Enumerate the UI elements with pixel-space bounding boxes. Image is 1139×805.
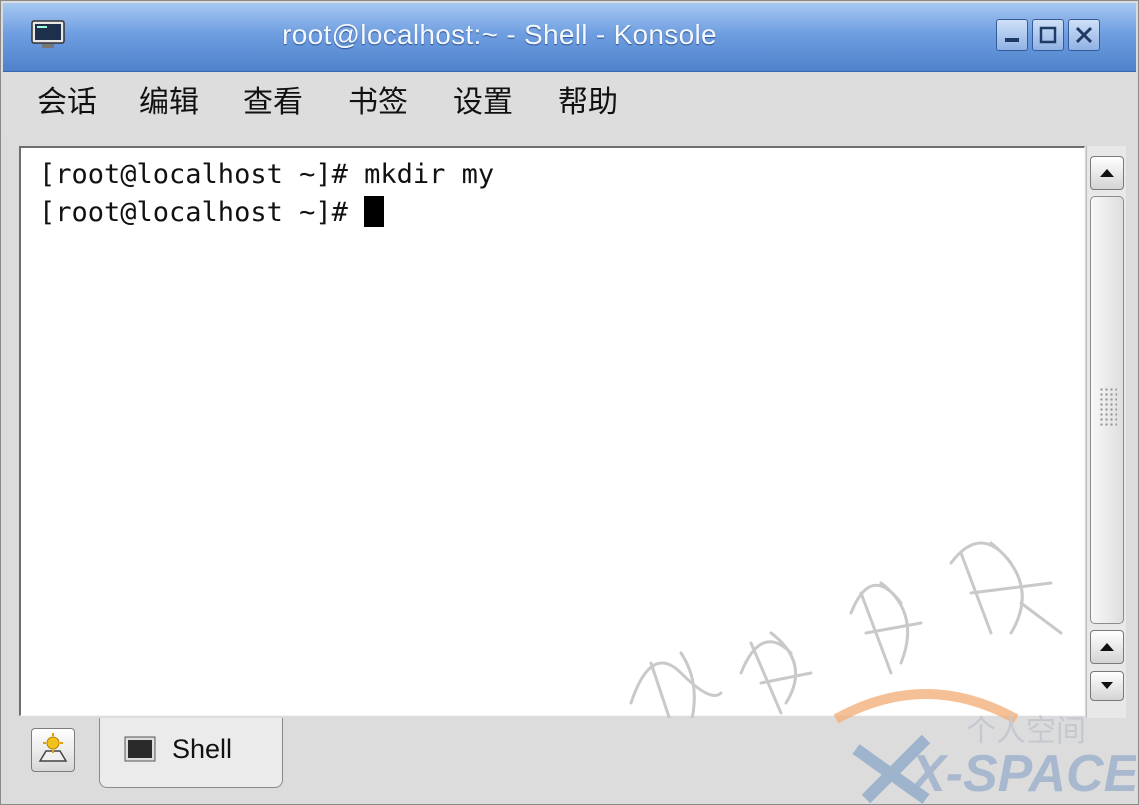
terminal-output[interactable]: [root@localhost ~]# mkdir my [root@local… xyxy=(19,146,1085,725)
maximize-button[interactable] xyxy=(1032,19,1064,51)
new-session-icon xyxy=(38,733,68,762)
scroll-up-button-bottom[interactable] xyxy=(1090,630,1124,664)
menu-view[interactable]: 查看 xyxy=(243,81,303,125)
close-icon xyxy=(1075,26,1093,44)
prompt: [root@localhost ~]# xyxy=(39,197,365,228)
minimize-button[interactable] xyxy=(996,19,1028,51)
title-bar[interactable]: root@localhost:~ - Shell - Konsole xyxy=(3,3,1136,72)
text-cursor xyxy=(364,196,385,227)
new-session-button[interactable] xyxy=(31,728,75,772)
arrow-up-icon xyxy=(1100,169,1114,177)
maximize-icon xyxy=(1039,26,1057,44)
window-title: root@localhost:~ - Shell - Konsole xyxy=(282,19,717,50)
grip-icon xyxy=(1099,387,1117,427)
scroll-down-button[interactable] xyxy=(1090,671,1124,701)
session-tab-bar: Shell xyxy=(3,718,1136,804)
konsole-window: root@localhost:~ - Shell - Konsole 会话 编辑… xyxy=(0,0,1139,805)
menu-bar: 会话 编辑 查看 书签 设置 帮助 xyxy=(3,73,1136,135)
scroll-up-button[interactable] xyxy=(1090,156,1124,190)
arrow-down-icon xyxy=(1101,682,1113,689)
tab-label: Shell xyxy=(172,734,233,764)
scrollbar-thumb[interactable] xyxy=(1090,196,1124,624)
menu-session[interactable]: 会话 xyxy=(37,81,97,125)
command-text: mkdir my xyxy=(364,159,495,190)
terminal-icon xyxy=(124,736,156,762)
menu-edit[interactable]: 编辑 xyxy=(139,81,199,125)
calligraphy-watermark xyxy=(629,541,1063,725)
minimize-icon xyxy=(1005,38,1019,42)
terminal-line: [root@localhost ~]# mkdir my xyxy=(39,158,494,192)
close-button[interactable] xyxy=(1068,19,1100,51)
menu-help[interactable]: 帮助 xyxy=(558,81,618,125)
vertical-scrollbar[interactable] xyxy=(1086,146,1126,718)
tab-shell[interactable]: Shell xyxy=(99,718,283,788)
prompt: [root@localhost ~]# xyxy=(39,159,365,190)
menu-bookmarks[interactable]: 书签 xyxy=(348,81,408,125)
terminal-line: [root@localhost ~]# xyxy=(39,196,385,230)
arrow-up-icon xyxy=(1100,643,1114,651)
menu-settings[interactable]: 设置 xyxy=(453,81,513,125)
